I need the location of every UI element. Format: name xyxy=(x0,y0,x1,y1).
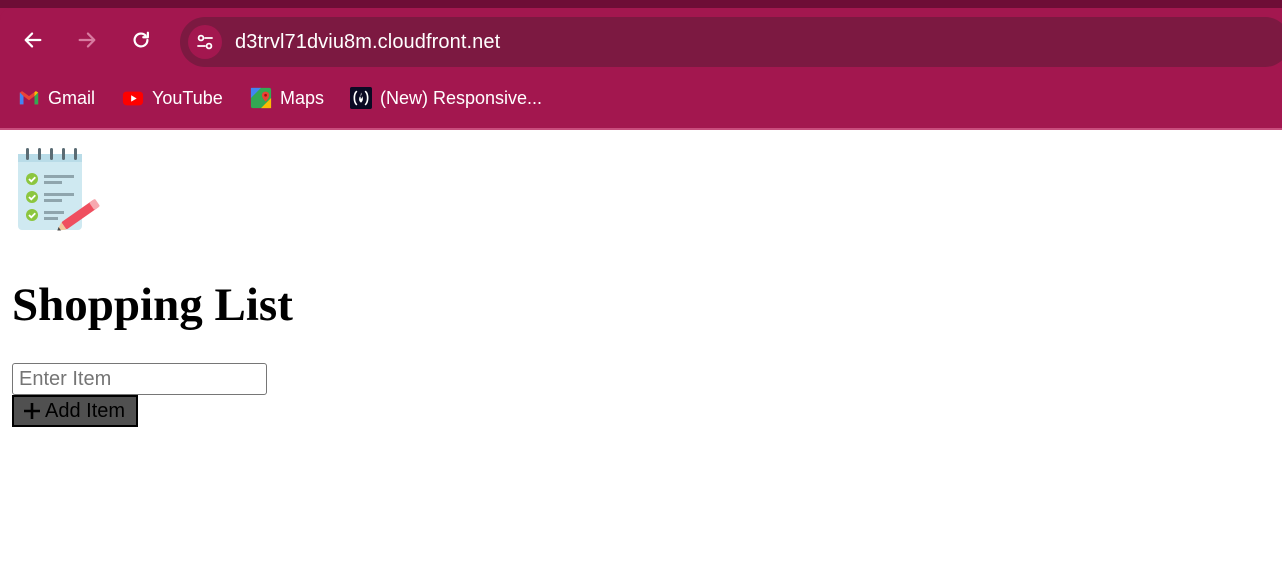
notepad-checklist-icon xyxy=(18,148,100,231)
maps-icon xyxy=(250,87,272,109)
bookmark-maps[interactable]: Maps xyxy=(250,80,324,116)
address-bar[interactable]: d3trvl71dviu8m.cloudfront.net xyxy=(180,17,1282,67)
bookmark-label: YouTube xyxy=(152,87,223,108)
youtube-icon xyxy=(122,91,144,106)
back-button[interactable] xyxy=(15,22,51,58)
browser-chrome: d3trvl71dviu8m.cloudfront.net Gmail YouT… xyxy=(0,0,1282,130)
freecodecamp-icon xyxy=(350,87,372,109)
plus-icon xyxy=(24,403,40,419)
bookmark-gmail[interactable]: Gmail xyxy=(18,80,95,116)
reload-button[interactable] xyxy=(123,22,159,58)
site-info-button[interactable] xyxy=(188,25,222,59)
bookmark-label: Gmail xyxy=(48,87,96,108)
url-text[interactable]: d3trvl71dviu8m.cloudfront.net xyxy=(235,31,500,54)
tab-strip xyxy=(0,0,1282,8)
reload-icon xyxy=(133,31,149,48)
bookmark-youtube[interactable]: YouTube xyxy=(122,80,223,116)
bookmark-label: (New) Responsive... xyxy=(380,87,543,108)
bookmark-freecodecamp[interactable]: (New) Responsive... xyxy=(350,80,542,116)
item-input[interactable] xyxy=(12,363,267,395)
bookmarks-bar: Gmail YouTube Maps (New) Responsive... xyxy=(0,80,1282,116)
page-content: Shopping List Add Item xyxy=(0,130,1282,567)
arrow-right-icon xyxy=(78,32,96,48)
add-item-button[interactable]: Add Item xyxy=(12,395,138,427)
add-item-label: Add Item xyxy=(45,399,126,422)
tune-icon xyxy=(197,34,213,50)
browser-toolbar: d3trvl71dviu8m.cloudfront.net xyxy=(0,8,1282,68)
page-title: Shopping List xyxy=(12,279,293,331)
forward-button[interactable] xyxy=(69,22,105,58)
gmail-icon xyxy=(19,91,39,105)
arrow-left-icon xyxy=(24,32,42,48)
bookmark-label: Maps xyxy=(280,87,325,108)
